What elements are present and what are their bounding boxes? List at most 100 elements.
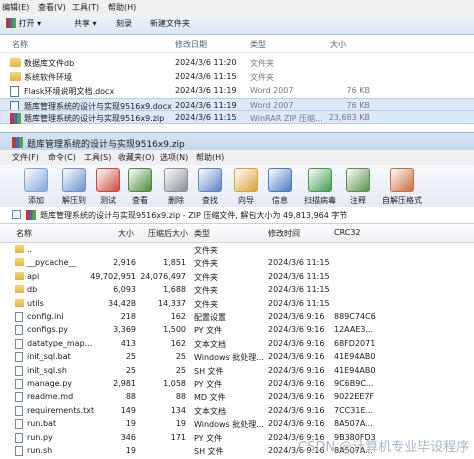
col-type[interactable]: 类型 bbox=[250, 39, 266, 50]
archive-cell-crc: 9022EE7F bbox=[334, 392, 375, 402]
folder-icon bbox=[10, 58, 21, 67]
archive-cell-type: PY 文件 bbox=[194, 380, 223, 389]
archive-cell-packed: 19 bbox=[175, 419, 186, 429]
menu-file[interactable]: 文件(F) bbox=[12, 152, 39, 163]
col-rar-crc[interactable]: CRC32 bbox=[334, 228, 361, 237]
tool-sfx-button[interactable]: 自解压格式 bbox=[380, 167, 424, 205]
archive-cell-packed: 14,337 bbox=[158, 298, 186, 308]
file-icon bbox=[15, 365, 23, 376]
archive-cell-packed: 88 bbox=[175, 392, 186, 402]
archive-cell-modified: 2024/3/6 11:15 bbox=[268, 258, 330, 268]
menu-tools-rar[interactable]: 工具(S) bbox=[84, 152, 111, 163]
archive-row[interactable]: run.bat 19 19 Windows 批处理... 2024/3/6 9:16 8A… bbox=[0, 417, 474, 430]
archive-cell-crc: 7CC31E... bbox=[334, 405, 374, 415]
archive-cell-packed: 25 bbox=[175, 352, 186, 362]
archive-row[interactable]: init_sql.sh 25 25 SH 文件 2024/3/6 9:16 41E94AB… bbox=[0, 364, 474, 377]
view-icon bbox=[128, 168, 152, 192]
file-icon bbox=[15, 379, 23, 389]
burn-button[interactable]: 刻录 bbox=[116, 17, 132, 31]
menu-command[interactable]: 命令(C) bbox=[48, 152, 76, 163]
up-folder-icon[interactable] bbox=[12, 210, 21, 219]
explorer-row[interactable]: 系统软件环境 2024/3/6 11:15 文件夹 bbox=[0, 70, 474, 84]
folder-icon bbox=[15, 258, 24, 267]
menu-help[interactable]: 帮助(H) bbox=[108, 2, 136, 13]
menu-options[interactable]: 选项(N) bbox=[160, 152, 188, 163]
file-icon bbox=[15, 338, 23, 349]
archive-row[interactable]: config.ini 218 162 配置设置 2024/3/6 9:16 889C74C… bbox=[0, 310, 474, 323]
info-icon bbox=[268, 168, 292, 192]
folder-icon bbox=[10, 72, 21, 81]
tool-view-button[interactable]: 查看 bbox=[122, 167, 158, 205]
new-folder-button[interactable]: 新建文件夹 bbox=[150, 17, 190, 31]
zip-icon bbox=[6, 18, 16, 28]
archive-row[interactable]: requirements.txt 149 134 文本文档 2024/3/6 9:16 7… bbox=[0, 404, 474, 417]
col-name[interactable]: 名称 bbox=[12, 39, 28, 50]
archive-cell-crc: 41E94AB0 bbox=[334, 365, 376, 375]
tool-find-button[interactable]: 查找 bbox=[192, 167, 228, 205]
comment-icon bbox=[346, 168, 370, 192]
menu-tools[interactable]: 工具(T) bbox=[72, 2, 99, 13]
archive-cell-type: Windows 批处理... bbox=[194, 420, 264, 430]
archive-row[interactable]: init_sql.bat 25 25 Windows 批处理... 2024/3/6 9… bbox=[0, 350, 474, 363]
archive-row[interactable]: db 6,093 1,688 文件夹 2024/3/6 11:15 bbox=[0, 283, 474, 296]
chevron-down-icon: ▾ bbox=[92, 19, 97, 28]
archive-cell-name: init_sql.sh bbox=[27, 365, 67, 375]
archive-cell-type: 文本文档 bbox=[194, 406, 226, 416]
archive-path-text: 题库管理系统的设计与实现9516x9.zip - ZIP 压缩文件, 解包大小为… bbox=[40, 211, 348, 220]
explorer-row[interactable]: 数据库文件db 2024/3/6 11:20 文件夹 bbox=[0, 56, 474, 70]
archive-cell-packed: 171 bbox=[170, 432, 186, 442]
col-rar-size[interactable]: 大小 bbox=[118, 228, 134, 239]
archive-cell-packed: 25 bbox=[175, 365, 186, 375]
watermark-text: CSDN @计算机专业毕设程序 bbox=[298, 440, 470, 455]
tool-label: 查看 bbox=[132, 196, 148, 205]
explorer-cell-type: Word 2007 bbox=[250, 101, 294, 110]
menu-favorites[interactable]: 收藏夹(O) bbox=[118, 152, 155, 163]
menu-view[interactable]: 查看(V) bbox=[38, 2, 66, 13]
tool-delete-button[interactable]: 删除 bbox=[158, 167, 194, 205]
archive-cell-size: 19 bbox=[125, 446, 136, 455]
col-modified[interactable]: 修改日期 bbox=[175, 39, 207, 50]
word-icon bbox=[10, 86, 19, 97]
col-rar-type[interactable]: 类型 bbox=[194, 228, 210, 239]
explorer-row[interactable]: Flask环境说明文档.docx 2024/3/6 11:19 Word 2007 7… bbox=[0, 84, 474, 98]
archive-row[interactable]: manage.py 2,981 1,058 PY 文件 2024/3/6 9:16 9C6… bbox=[0, 377, 474, 390]
tool-scan-button[interactable]: 扫描病毒 bbox=[298, 167, 342, 205]
archive-cell-size: 49,702,951 bbox=[90, 271, 136, 281]
archive-cell-name: config.ini bbox=[27, 312, 64, 321]
archive-cell-modified: 2024/3/6 11:15 bbox=[268, 285, 330, 295]
scan-icon bbox=[308, 168, 332, 192]
archive-row[interactable]: __pycache__ 2,916 1,851 文件夹 2024/3/6 11:15 bbox=[0, 256, 474, 269]
col-rar-modified[interactable]: 修改时间 bbox=[268, 228, 300, 239]
archive-cell-name: requirements.txt bbox=[27, 405, 95, 415]
explorer-row[interactable]: 题库管理系统的设计与实现9516x9.zip 2024/3/6 11:15 WinR… bbox=[0, 110, 474, 124]
tool-extract-to-button[interactable]: 解压到 bbox=[56, 167, 92, 205]
tool-test-button[interactable]: 测试 bbox=[90, 167, 126, 205]
tool-wizard-button[interactable]: 向导 bbox=[228, 167, 264, 205]
tool-info-button[interactable]: 信息 bbox=[262, 167, 298, 205]
archive-cell-size: 2,981 bbox=[113, 379, 136, 388]
archive-row[interactable]: readme.md 88 88 MD 文件 2024/3/6 9:16 9022EE7F bbox=[0, 390, 474, 403]
tool-label: 信息 bbox=[272, 196, 288, 205]
tool-add-button[interactable]: 添加 bbox=[18, 167, 54, 205]
archive-row[interactable]: datatype_map... 413 162 文本文档 2024/3/6 9:16 68… bbox=[0, 337, 474, 350]
col-size[interactable]: 大小 bbox=[330, 39, 346, 50]
col-rar-packed[interactable]: 压缩后大小 bbox=[148, 228, 188, 239]
archive-row[interactable]: utils 34,428 14,337 文件夹 2024/3/6 11:15 bbox=[0, 297, 474, 310]
menu-edit[interactable]: 编辑(E) bbox=[2, 2, 29, 13]
archive-row[interactable]: configs.py 3,369 1,500 PY 文件 2024/3/6 9:16 12… bbox=[0, 323, 474, 336]
zip-icon bbox=[10, 113, 21, 124]
tool-comment-button[interactable]: 注释 bbox=[340, 167, 376, 205]
archive-cell-type: PY 文件 bbox=[194, 326, 223, 336]
explorer-cell-name: Flask环境说明文档.docx bbox=[24, 87, 115, 96]
archive-cell-packed: 162 bbox=[170, 312, 186, 321]
archive-cell-packed: 1,058 bbox=[163, 379, 186, 388]
archive-cell-type: PY 文件 bbox=[194, 433, 223, 443]
open-button[interactable]: 打开 ▾ bbox=[6, 17, 41, 31]
archive-cell-modified: 2024/3/6 9:16 bbox=[268, 312, 325, 321]
menu-help-rar[interactable]: 帮助(H) bbox=[196, 152, 224, 163]
archive-cell-size: 346 bbox=[120, 432, 136, 442]
col-rar-name[interactable]: 名称 bbox=[16, 228, 32, 239]
archive-row[interactable]: api 49,702,951 24,076,497 文件夹 2024/3/6 11:15 bbox=[0, 270, 474, 283]
share-button[interactable]: 共享 ▾ bbox=[74, 17, 97, 31]
archive-row[interactable]: .. 文件夹 bbox=[0, 243, 474, 256]
